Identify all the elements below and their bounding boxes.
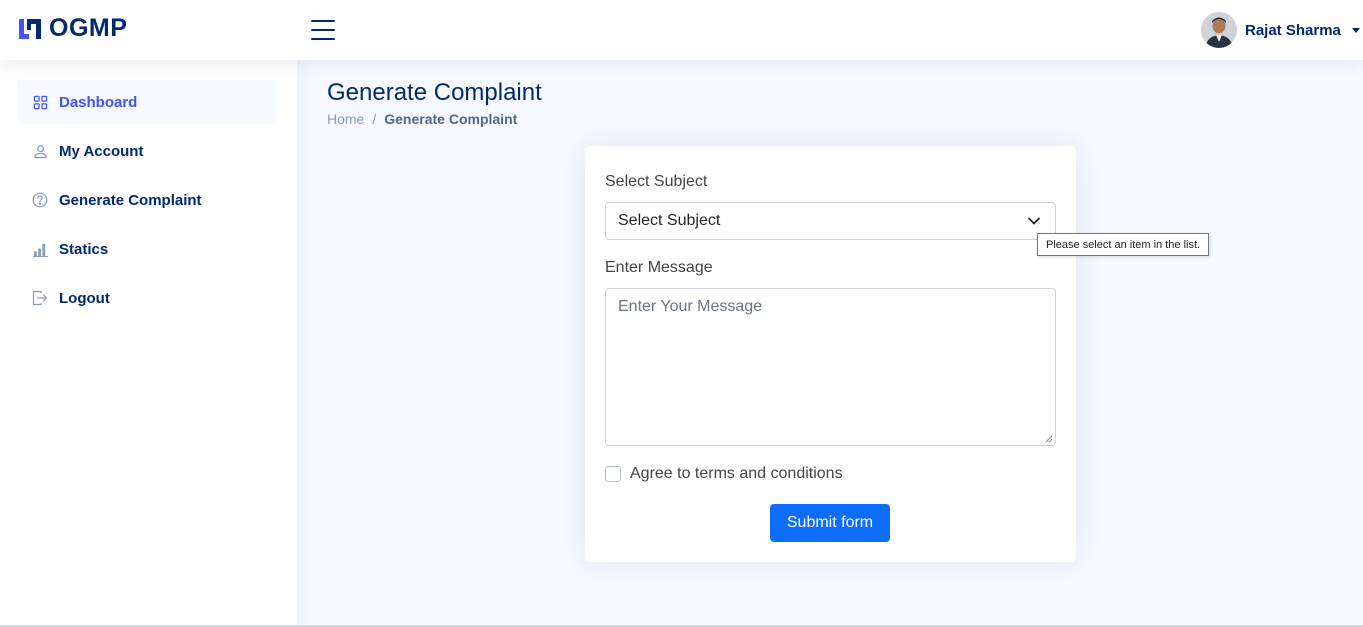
message-placeholder: Enter Your Message (618, 298, 763, 315)
avatar (1201, 12, 1237, 48)
resize-handle-icon[interactable] (1045, 435, 1053, 443)
breadcrumb: Home / Generate Complaint (327, 111, 517, 127)
sidebar-item-logout[interactable]: Logout (17, 276, 277, 320)
message-textarea[interactable]: Enter Your Message (605, 288, 1056, 446)
sidebar-toggle-icon[interactable] (311, 19, 335, 41)
brand-name: OGMP (49, 14, 128, 42)
sidebar-item-label: Dashboard (59, 93, 138, 111)
bar-chart-icon (32, 241, 48, 257)
submit-form-button[interactable]: Submit form (770, 504, 890, 542)
page-title: Generate Complaint (327, 79, 542, 106)
breadcrumb-current: Generate Complaint (384, 111, 518, 127)
breadcrumb-separator: / (372, 111, 377, 127)
subject-label: Select Subject (605, 173, 708, 190)
message-label: Enter Message (605, 259, 713, 276)
agree-terms-row[interactable]: Agree to terms and conditions (605, 465, 843, 483)
sidebar-item-label: My Account (59, 142, 144, 160)
sidebar: Dashboard My Account Generate Complaint … (0, 60, 297, 627)
subject-select-value: Select Subject (618, 212, 721, 229)
sidebar-item-statics[interactable]: Statics (17, 227, 277, 271)
agree-terms-checkbox[interactable] (605, 466, 621, 482)
profile-name: Rajat Sharma (1245, 21, 1341, 39)
validation-tooltip: Please select an item in the list. (1037, 233, 1210, 256)
subject-select[interactable]: Select Subject (605, 202, 1056, 240)
logo-mark-icon (19, 18, 41, 39)
chevron-down-icon (1028, 217, 1040, 225)
grid-icon (32, 94, 48, 110)
caret-down-icon (1351, 28, 1360, 33)
breadcrumb-home-link[interactable]: Home (327, 111, 364, 127)
brand-logo[interactable]: OGMP (17, 14, 127, 43)
sidebar-item-my-account[interactable]: My Account (17, 129, 277, 173)
top-header: OGMP Rajat Sharma (0, 0, 1363, 60)
agree-terms-label: Agree to terms and conditions (630, 465, 843, 482)
sidebar-item-label: Logout (59, 289, 110, 307)
person-icon (32, 143, 48, 159)
sidebar-item-label: Statics (59, 240, 109, 258)
question-circle-icon (32, 192, 48, 208)
logout-icon (32, 290, 48, 306)
sidebar-item-label: Generate Complaint (59, 191, 202, 209)
sidebar-item-dashboard[interactable]: Dashboard (17, 80, 277, 124)
sidebar-item-generate-complaint[interactable]: Generate Complaint (17, 178, 277, 222)
profile-dropdown[interactable]: Rajat Sharma (1201, 12, 1360, 48)
complaint-form-card: Select Subject Select Subject Enter Mess… (585, 146, 1076, 562)
